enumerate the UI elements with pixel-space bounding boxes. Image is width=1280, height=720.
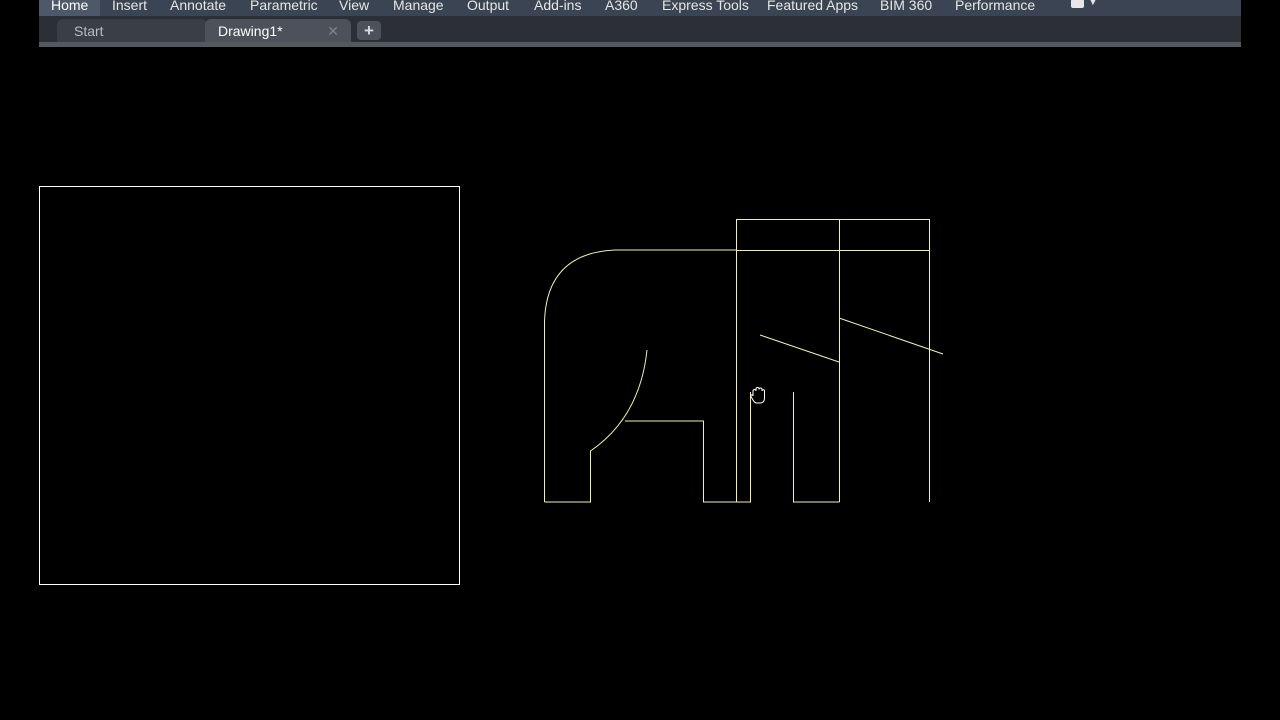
reference-rectangle xyxy=(39,186,460,585)
new-tab-button[interactable]: + xyxy=(357,21,381,40)
file-tab-bar: Start Drawing1* ✕ + xyxy=(39,16,1241,42)
panel-toggle-icon xyxy=(1071,0,1084,8)
tab-add-ins[interactable]: Add-ins xyxy=(534,0,581,13)
model-space xyxy=(39,186,944,585)
ribbon-tab-bar: Home Insert Annotate Parametric View Man… xyxy=(39,0,1241,16)
tab-insert[interactable]: Insert xyxy=(112,0,147,13)
back-leg-right xyxy=(793,392,840,503)
tab-manage[interactable]: Manage xyxy=(393,0,444,13)
tab-view[interactable]: View xyxy=(339,0,369,13)
tab-express-tools[interactable]: Express Tools xyxy=(662,0,749,13)
diagonal-line-left xyxy=(759,334,840,363)
tab-annotate[interactable]: Annotate xyxy=(170,0,226,13)
top-rectangle xyxy=(736,219,930,502)
file-tab-start[interactable]: Start xyxy=(57,19,207,42)
elephant-drawing xyxy=(544,219,944,503)
close-icon[interactable]: ✕ xyxy=(327,19,339,44)
file-tab-start-label: Start xyxy=(74,23,104,39)
tab-featured-apps[interactable]: Featured Apps xyxy=(767,0,858,13)
trunk-line xyxy=(544,349,648,503)
belly-line xyxy=(625,420,737,503)
chevron-down-icon: ▼ xyxy=(1088,0,1098,8)
tab-performance[interactable]: Performance xyxy=(955,0,1035,13)
head-back-outline xyxy=(544,249,736,502)
file-tab-drawing1[interactable]: Drawing1* ✕ xyxy=(205,19,351,42)
tab-parametric[interactable]: Parametric xyxy=(250,0,318,13)
diagonal-line-right xyxy=(838,317,944,355)
pan-hand-icon xyxy=(750,386,765,404)
workspace-toggle-icon[interactable]: ▼ xyxy=(1071,0,1101,12)
autocad-window: Home Insert Annotate Parametric View Man… xyxy=(0,0,1280,720)
tab-bim-360[interactable]: BIM 360 xyxy=(880,0,932,13)
back-leg-left xyxy=(736,392,751,503)
tab-output[interactable]: Output xyxy=(467,0,509,13)
tab-home[interactable]: Home xyxy=(39,0,101,16)
file-tab-drawing1-label: Drawing1* xyxy=(218,23,283,39)
tab-a360[interactable]: A360 xyxy=(605,0,638,13)
drawing-canvas[interactable] xyxy=(0,47,1280,720)
